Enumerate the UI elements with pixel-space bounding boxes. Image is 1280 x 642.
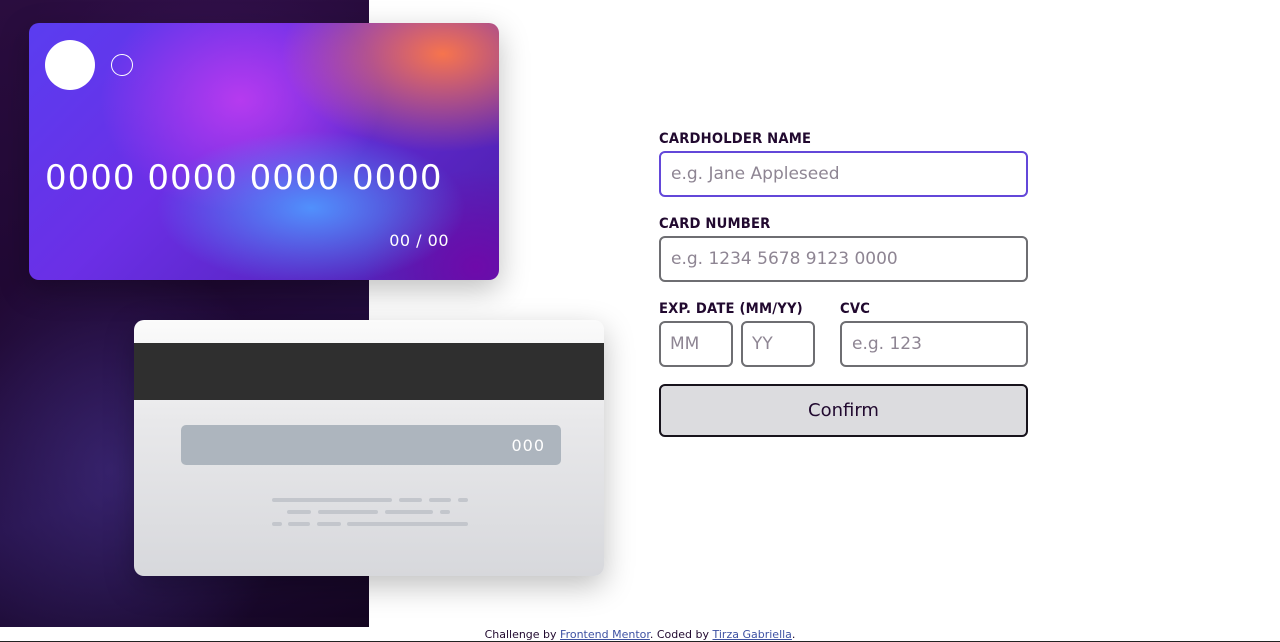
card-back: 000	[134, 320, 604, 576]
expiry-cvc-row: EXP. DATE (MM/YY) CVC	[659, 300, 1028, 367]
card-logo-circle-outline	[111, 54, 133, 76]
card-number-label: CARD NUMBER	[659, 216, 771, 232]
card-back-decoration	[272, 498, 472, 528]
cvc-label: CVC	[840, 301, 871, 317]
card-number-display: 0000 0000 0000 0000	[45, 158, 443, 198]
card-front: 0000 0000 0000 0000 00 / 00	[29, 23, 499, 280]
expiry-inputs	[659, 321, 840, 367]
attribution-footer: Challenge by Frontend Mentor. Coded by T…	[0, 627, 1280, 642]
footer-suffix: .	[791, 628, 796, 641]
card-expiry-display: 00 / 00	[389, 231, 449, 250]
magnetic-stripe	[134, 343, 604, 400]
cvc-input[interactable]	[840, 321, 1028, 367]
cardholder-name-label: CARDHOLDER NAME	[659, 131, 812, 147]
card-details-form: CARDHOLDER NAME CARD NUMBER EXP. DATE (M…	[659, 130, 1028, 437]
confirm-button[interactable]: Confirm	[659, 384, 1028, 437]
author-link[interactable]: Tirza Gabriella	[713, 628, 792, 641]
expiry-group: EXP. DATE (MM/YY)	[659, 300, 840, 367]
expiry-year-input[interactable]	[741, 321, 815, 367]
card-logo-circle-filled	[45, 40, 95, 90]
footer-middle: . Coded by	[649, 628, 713, 641]
card-number-group: CARD NUMBER	[659, 215, 1028, 282]
frontend-mentor-link[interactable]: Frontend Mentor	[560, 628, 650, 641]
expiry-month-input[interactable]	[659, 321, 733, 367]
cvc-group: CVC	[840, 300, 1028, 367]
expiry-date-label: EXP. DATE (MM/YY)	[659, 301, 803, 317]
cardholder-name-input[interactable]	[659, 151, 1028, 197]
footer-prefix: Challenge by	[484, 628, 561, 641]
card-number-input[interactable]	[659, 236, 1028, 282]
card-cvc-display: 000	[181, 425, 561, 465]
